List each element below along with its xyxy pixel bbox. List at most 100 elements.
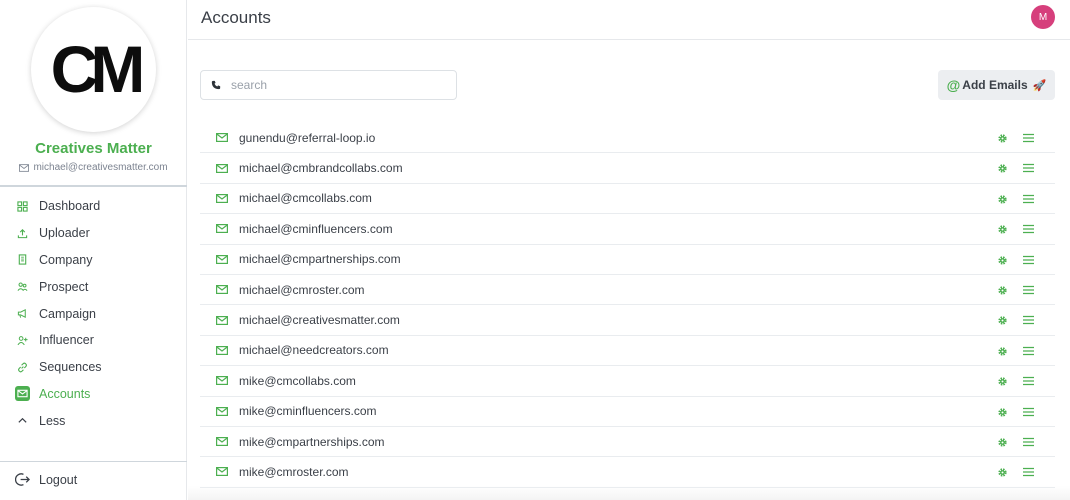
table-row[interactable]: mike@cmcollabs.com — [200, 366, 1055, 397]
account-email: gunendu@referral-loop.io — [239, 130, 376, 145]
gear-icon[interactable] — [997, 407, 1008, 418]
sidebar-item-dashboard[interactable]: Dashboard — [0, 193, 187, 220]
sidebar-item-uploader[interactable]: Uploader — [0, 220, 187, 247]
gear-icon[interactable] — [997, 376, 1008, 387]
table-row[interactable]: michael@needcreators.com — [200, 336, 1055, 367]
menu-icon[interactable] — [1023, 376, 1034, 386]
table-row[interactable]: michael@cmbrandcollabs.com — [200, 153, 1055, 184]
menu-icon[interactable] — [1023, 285, 1034, 295]
account-email: michael@cmpartnerships.com — [239, 252, 401, 267]
mail-icon — [216, 163, 228, 173]
chevron-up-icon — [15, 413, 30, 428]
page-title: Accounts — [201, 8, 271, 27]
brand-name: Creatives Matter — [35, 140, 152, 157]
mail-icon — [216, 193, 228, 203]
account-email: mike@cmpartnerships.com — [239, 434, 385, 449]
menu-icon[interactable] — [1023, 437, 1034, 447]
sidebar-nav: Dashboard Uploader Company Prospect Campaign… — [0, 193, 187, 434]
sidebar-item-label: Dashboard — [39, 199, 101, 214]
mail-icon — [216, 376, 228, 386]
sidebar-item-campaign[interactable]: Campaign — [0, 300, 187, 327]
account-email: michael@cmbrandcollabs.com — [239, 161, 403, 176]
sidebar-item-label: Company — [39, 252, 93, 267]
svg-text:CM: CM — [50, 38, 141, 102]
add-emails-button[interactable]: @ Add Emails 🚀 — [938, 70, 1055, 100]
mail-icon — [216, 467, 228, 477]
user-plus-icon — [15, 333, 30, 348]
menu-icon[interactable] — [1023, 224, 1034, 234]
mail-icon — [216, 133, 228, 143]
at-icon: @ — [946, 77, 961, 93]
mail-icon — [216, 437, 228, 447]
menu-icon[interactable] — [1023, 315, 1034, 325]
gear-icon[interactable] — [997, 346, 1008, 357]
account-email: michael@needcreators.com — [239, 343, 389, 358]
people-icon — [15, 279, 30, 294]
accounts-list: gunendu@referral-loop.io michael@cmbrandc… — [200, 123, 1055, 488]
table-row[interactable]: michael@cmcollabs.com — [200, 184, 1055, 215]
account-email: michael@cmroster.com — [239, 282, 365, 297]
search-input[interactable] — [231, 78, 441, 92]
sidebar-item-accounts[interactable]: Accounts — [0, 381, 187, 408]
gear-icon[interactable] — [997, 224, 1008, 235]
mail-icon — [19, 163, 30, 172]
logout-label: Logout — [39, 472, 78, 487]
menu-icon[interactable] — [1023, 133, 1034, 143]
sidebar-item-label: Prospect — [39, 279, 89, 294]
page-header: Accounts M — [188, 0, 1070, 40]
gear-icon[interactable] — [997, 194, 1008, 205]
table-row[interactable]: mike@cmroster.com — [200, 457, 1055, 488]
sidebar-item-label: Accounts — [39, 386, 91, 401]
menu-icon[interactable] — [1023, 467, 1034, 477]
mail-icon — [216, 315, 228, 325]
account-email: michael@creativesmatter.com — [239, 313, 400, 328]
account-email: michael@cminfluencers.com — [239, 221, 393, 236]
phone-icon — [211, 80, 221, 90]
gear-icon[interactable] — [997, 133, 1008, 144]
search-box[interactable] — [200, 70, 457, 100]
sidebar: CM Creatives Matter michael@creativesmat… — [0, 0, 187, 500]
gear-icon[interactable] — [997, 315, 1008, 326]
sidebar-item-company[interactable]: Company — [0, 247, 187, 274]
table-row[interactable]: michael@cmpartnerships.com — [200, 245, 1055, 275]
sidebar-divider — [0, 185, 187, 187]
table-row[interactable]: gunendu@referral-loop.io — [200, 123, 1055, 154]
menu-icon[interactable] — [1023, 194, 1034, 204]
gear-icon[interactable] — [997, 285, 1008, 296]
gear-icon[interactable] — [997, 255, 1008, 266]
brand-email-text: michael@creativesmatter.com — [33, 162, 168, 173]
sidebar-item-label: Less — [39, 413, 66, 428]
table-row[interactable]: michael@creativesmatter.com — [200, 305, 1055, 336]
avatar[interactable]: M — [1031, 5, 1055, 29]
sidebar-item-less[interactable]: Less — [0, 407, 187, 434]
account-email: michael@cmcollabs.com — [239, 191, 372, 206]
sidebar-item-sequences[interactable]: Sequences — [0, 354, 187, 381]
cm-logo-icon: CM — [50, 38, 141, 102]
mail-icon — [15, 386, 30, 402]
table-row[interactable]: michael@cmroster.com — [200, 275, 1055, 306]
sidebar-item-label: Influencer — [39, 333, 94, 348]
sidebar-item-influencer[interactable]: Influencer — [0, 327, 187, 354]
gear-icon[interactable] — [997, 163, 1008, 174]
logout-button[interactable]: Logout — [15, 472, 77, 487]
menu-icon[interactable] — [1023, 255, 1034, 265]
account-email: mike@cminfluencers.com — [239, 404, 377, 419]
menu-icon[interactable] — [1023, 346, 1034, 356]
link-icon — [15, 360, 30, 375]
account-email: mike@cmroster.com — [239, 464, 349, 479]
brand-logo: CM — [31, 7, 156, 132]
table-row[interactable]: michael@cminfluencers.com — [200, 214, 1055, 245]
table-row[interactable]: mike@cmpartnerships.com — [200, 427, 1055, 458]
gear-icon[interactable] — [997, 437, 1008, 448]
sidebar-item-prospect[interactable]: Prospect — [0, 273, 187, 300]
gear-icon[interactable] — [997, 467, 1008, 478]
table-row[interactable]: mike@cminfluencers.com — [200, 397, 1055, 427]
mail-icon — [216, 285, 228, 295]
menu-icon[interactable] — [1023, 163, 1034, 173]
sidebar-item-label: Uploader — [39, 226, 90, 241]
scroll-fade — [188, 486, 1070, 500]
menu-icon[interactable] — [1023, 407, 1034, 417]
logout-divider — [0, 461, 187, 462]
upload-icon — [15, 226, 30, 241]
brand-email: michael@creativesmatter.com — [0, 162, 187, 173]
